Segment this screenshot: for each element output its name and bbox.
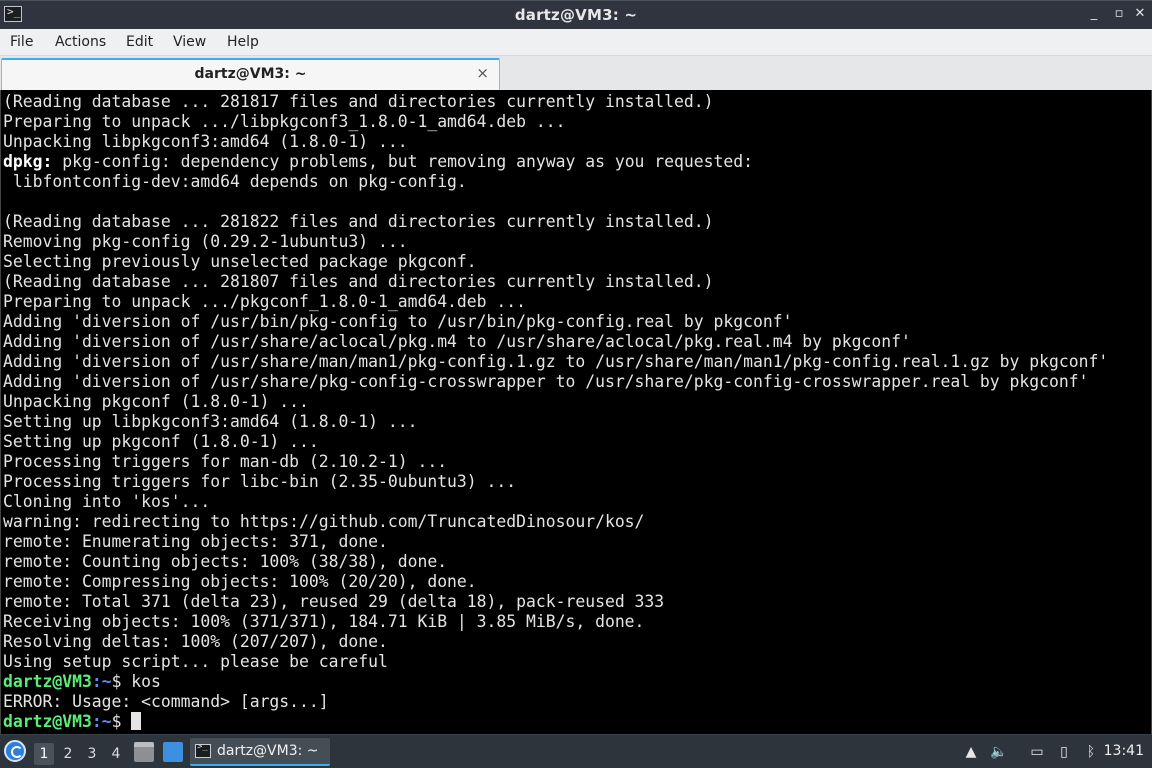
prompt-path: :~ [91,672,112,691]
terminal-line: ERROR: Usage: <command> [args...] [3,692,329,711]
terminal-line: dartz@VM3:~$ [3,712,1108,732]
terminal-line: Removing pkg-config (0.29.2-1ubuntu3) ..… [3,232,408,251]
minimize-button[interactable]: _ [1084,4,1104,24]
terminal-line: Setting up pkgconf (1.8.0-1) ... [3,432,319,451]
close-button[interactable]: ✕ [1130,4,1150,24]
terminal-line: Processing triggers for man-db (2.10.2-1… [3,452,448,471]
terminal-cursor [131,712,142,730]
terminal-line: remote: Total 371 (delta 23), reused 29 … [3,592,665,611]
prompt-path: :~ [91,712,112,731]
terminal-line: (Reading database ... 281807 files and d… [3,272,714,291]
terminal-line: Processing triggers for libc-bin (2.35-0… [3,472,517,491]
terminal-line: Unpacking libpkgconf3:amd64 (1.8.0-1) ..… [3,132,408,151]
tab-label: dartz@VM3: ~ [194,66,307,82]
terminal-line: Adding 'diversion of /usr/bin/pkg-config… [3,312,793,331]
terminal-line: Unpacking pkgconf (1.8.0-1) ... [3,392,309,411]
terminal-line: remote: Enumerating objects: 371, done. [3,532,388,551]
clock[interactable]: 13:41 [1104,743,1144,759]
terminal-text: pkg-config: dependency problems, but rem… [52,152,753,171]
prompt-user: dartz@VM3 [3,712,92,731]
terminal-line: Adding 'diversion of /usr/share/aclocal/… [3,332,911,351]
menu-edit[interactable]: Edit [126,34,153,50]
desktop-switch-4[interactable]: 4 [106,743,126,765]
terminal-lines: (Reading database ... 281817 files and d… [3,92,1108,732]
desktop-switch-1[interactable]: 1 [34,743,54,765]
terminal-line: Preparing to unpack .../libpkgconf3_1.8.… [3,112,566,131]
terminal-line: Receiving objects: 100% (371/371), 184.7… [3,612,645,631]
terminal-line: (Reading database ... 281822 files and d… [3,212,714,231]
terminal-line: remote: Compressing objects: 100% (20/20… [3,572,477,591]
menu-file[interactable]: File [10,34,33,50]
volume-icon[interactable]: 🔈 [990,743,1008,761]
terminal-text: $ [111,712,132,731]
bluetooth-icon[interactable]: ᛒ [1082,743,1100,761]
terminal-line: Preparing to unpack .../pkgconf_1.8.0-1_… [3,292,527,311]
show-desktop-icon[interactable] [163,742,183,762]
terminal-line: Cloning into 'kos'... [3,492,211,511]
terminal-bold-text: dpkg: [3,152,53,171]
start-menu-icon[interactable] [4,740,26,762]
terminal-line: Resolving deltas: 100% (207/207), done. [3,632,388,651]
terminal-line: remote: Counting objects: 100% (38/38), … [3,552,448,571]
tab-close-icon[interactable]: × [476,64,489,82]
terminal-text: $ kos [111,672,161,691]
taskbar-task-terminal[interactable]: dartz@VM3: ~ [190,738,330,766]
terminal-line: (Reading database ... 281817 files and d… [3,92,714,111]
network-icon[interactable]: ▭ [1028,743,1046,761]
terminal-icon [195,742,211,758]
window-title: dartz@VM3: ~ [514,6,638,24]
task-label: dartz@VM3: ~ [217,743,319,759]
taskbar: 1 2 3 4 dartz@VM3: ~ ▲ 🔈 ▭ ▯ ᛒ 13:41 [0,734,1152,768]
menu-view[interactable]: View [173,34,206,50]
terminal-line: libfontconfig-dev:amd64 depends on pkg-c… [3,172,467,191]
terminal-line: Adding 'diversion of /usr/share/pkg-conf… [3,372,1089,391]
arrow-up-icon[interactable]: ▲ [962,743,980,761]
prompt-user: dartz@VM3 [3,672,92,691]
terminal-line: Using setup script... please be careful [3,652,388,671]
menu-help[interactable]: Help [227,34,259,50]
menu-bar: File Actions Edit View Help [0,29,1152,56]
desktop-switch-2[interactable]: 2 [58,743,78,765]
terminal-line: Adding 'diversion of /usr/share/man/man1… [3,352,1109,371]
menu-actions[interactable]: Actions [55,34,106,50]
desktop-switch-3[interactable]: 3 [82,743,102,765]
window-titlebar[interactable]: >_ dartz@VM3: ~ _ ▫ ✕ [0,0,1152,29]
clipboard-icon[interactable]: ▯ [1055,743,1073,761]
terminal-line: dartz@VM3:~$ kos [3,672,1108,692]
terminal-line: Setting up libpkgconf3:amd64 (1.8.0-1) .… [3,412,418,431]
terminal-line: dpkg: pkg-config: dependency problems, b… [3,152,1108,172]
tab-bar: dartz@VM3: ~ × [0,56,1152,90]
terminal-line: warning: redirecting to https://github.c… [3,512,645,531]
terminal-line: Selecting previously unselected package … [3,252,477,271]
file-manager-icon[interactable] [134,742,154,762]
tab-terminal[interactable]: dartz@VM3: ~ × [1,58,500,90]
terminal-output[interactable]: (Reading database ... 281817 files and d… [0,90,1152,734]
maximize-button[interactable]: ▫ [1109,4,1129,24]
